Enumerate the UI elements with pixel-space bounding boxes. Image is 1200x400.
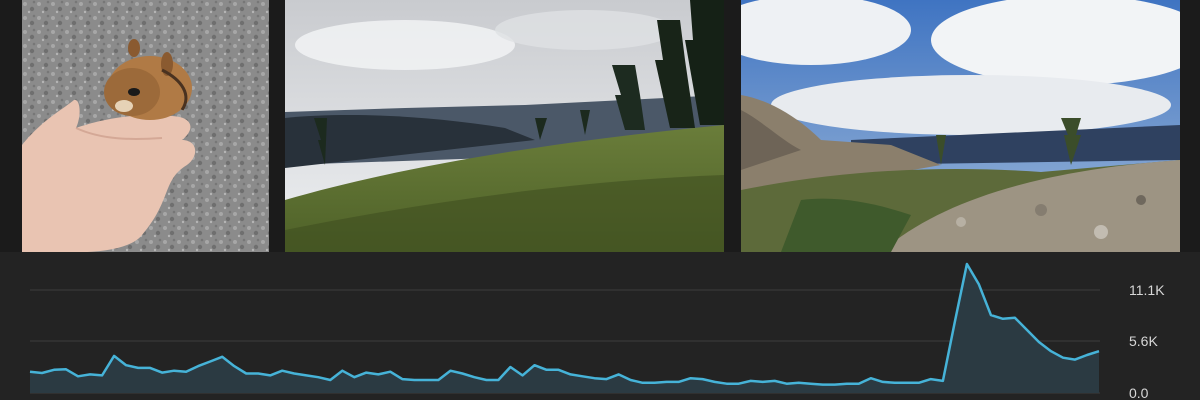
rocky-ridge-photo[interactable] xyxy=(741,0,1180,252)
chart-series-line xyxy=(29,262,1100,386)
meadow-photo-image xyxy=(285,0,724,252)
chart-area-fill xyxy=(30,264,1099,393)
y-tick-label: 5.6K xyxy=(1129,333,1158,349)
ridge-photo-image xyxy=(741,0,1180,252)
photo-gallery-with-views-chart: 11.1K 5.6K 0.0 xyxy=(0,0,1200,400)
views-area-chart: 11.1K 5.6K 0.0 xyxy=(29,262,1165,400)
views-chart-panel: 11.1K 5.6K 0.0 xyxy=(0,252,1200,400)
y-tick-label: 11.1K xyxy=(1129,282,1165,298)
photo-strip xyxy=(0,0,1200,252)
y-axis-ticks: 11.1K 5.6K 0.0 xyxy=(1129,282,1165,400)
chipmunk-in-hand-photo[interactable] xyxy=(22,0,269,252)
alpine-meadow-photo[interactable] xyxy=(285,0,724,252)
y-tick-label: 0.0 xyxy=(1129,385,1149,400)
chipmunk-photo-image xyxy=(22,0,269,252)
